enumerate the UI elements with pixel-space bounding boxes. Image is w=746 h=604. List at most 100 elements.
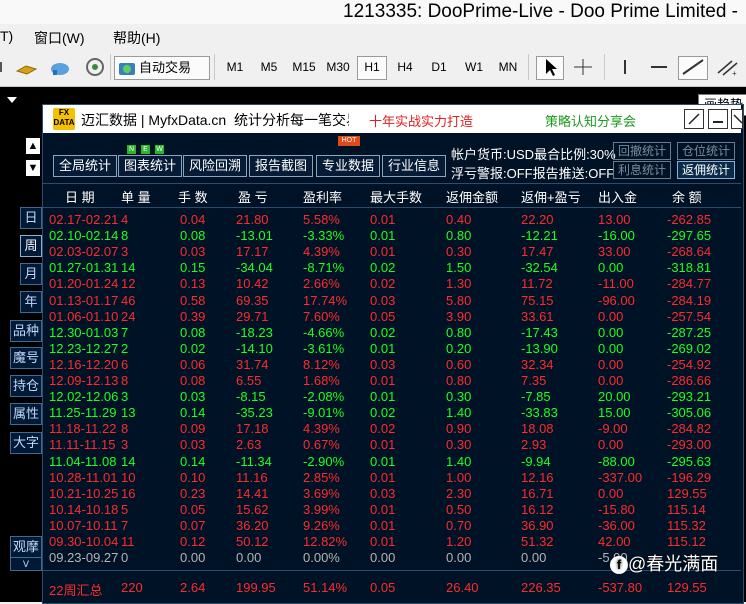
timeframe-mn[interactable]: MN	[493, 56, 523, 78]
toolbar-edge-icon[interactable]	[0, 56, 6, 78]
table-cell-rebate-amount: 0.90	[446, 421, 472, 437]
table-cell-rebate-amount: 3.90	[446, 308, 472, 324]
timeframe-m15[interactable]: M15	[288, 56, 320, 78]
table-cell-profit-loss: -18.23	[236, 324, 273, 340]
summary-cell-max-lots: 0.05	[370, 580, 396, 595]
table-cell-balance: 115.12	[667, 534, 706, 549]
table-cell-deposit-withdraw: 0.00	[598, 437, 624, 453]
side-tab-holding[interactable]: 持仓	[10, 375, 42, 397]
timeframe-h4[interactable]: H4	[391, 56, 419, 78]
table-cell-date: 12.30-01.03	[49, 324, 119, 340]
auto-trade-button[interactable]: 自动交易	[114, 56, 210, 80]
table-cell-profit-rate: 2.66%	[303, 276, 340, 292]
table-cell-profit-loss: -8.15	[236, 389, 266, 405]
timeframe-d1[interactable]: D1	[425, 56, 453, 78]
table-cell-deposit-withdraw: 42.00	[598, 534, 631, 549]
timeframe-m30[interactable]: M30	[322, 56, 354, 78]
menu-item-help[interactable]: 帮助(H)	[113, 28, 160, 48]
watermark-text: @春光满面	[628, 554, 719, 574]
side-tab-day[interactable]: 日	[20, 207, 42, 229]
table-cell-profit-rate: -4.66%	[303, 324, 345, 340]
table-cell-max-lots: 0.05	[370, 308, 396, 324]
table-cell-order-count: 14	[121, 260, 136, 276]
timeframe-h1[interactable]: H1	[357, 56, 387, 80]
table-cell-profit-rate: -3.61%	[303, 340, 345, 356]
table-cell-date: 09.30-10.04	[49, 534, 119, 549]
logo-text-bottom: DATA	[53, 118, 75, 127]
position-stats-button[interactable]: 仓位统计	[677, 142, 735, 160]
channel-tool-icon[interactable]: +	[714, 56, 742, 78]
table-cell-deposit-withdraw: 20.00	[598, 389, 631, 405]
edit-pen-icon[interactable]	[684, 109, 704, 129]
nav-report-screenshot[interactable]: 报告截图	[249, 155, 313, 177]
table-cell-balance: -262.85	[667, 212, 712, 227]
trend-line-icon[interactable]	[678, 56, 708, 80]
minimize-panel-icon[interactable]	[708, 109, 728, 129]
chart-menu-arrow-icon[interactable]	[6, 92, 18, 103]
close-panel-icon[interactable]	[731, 109, 743, 129]
table-cell-max-lots: 0.01	[370, 212, 396, 227]
table-cell-max-lots: 0.01	[370, 517, 396, 533]
side-collapse-icon[interactable]: ᐯ	[10, 557, 42, 571]
nav-industry-info[interactable]: 行业信息	[382, 155, 446, 177]
crosshair-icon[interactable]	[570, 56, 596, 78]
table-cell-order-count: 11	[121, 534, 135, 549]
cursor-arrow-icon[interactable]	[536, 56, 564, 80]
table-cell-profit-loss: 11.16	[236, 469, 268, 485]
timeframe-m1[interactable]: M1	[220, 56, 250, 78]
timeframe-m5[interactable]: M5	[254, 56, 284, 78]
menu-item-tools[interactable]: T)	[0, 28, 13, 44]
table-cell-date: 01.20-01.24	[49, 276, 119, 292]
table-cell-deposit-withdraw: -16.00	[598, 228, 635, 244]
side-tab-week[interactable]: 周	[20, 235, 42, 257]
scroll-up-arrow-icon[interactable]: ▲	[26, 138, 40, 154]
table-cell-order-count: 3	[121, 389, 129, 405]
cloud-signal-icon[interactable]	[48, 56, 74, 78]
nav-chart-stats[interactable]: 图表统计	[118, 155, 182, 177]
side-tab-year[interactable]: 年	[20, 291, 42, 313]
brand-line: 迈汇数据 | MyfxData.cn 统计分析每一笔交易	[81, 110, 349, 130]
green-slogan[interactable]: 策略认知分享会	[545, 111, 636, 130]
rebate-stats-button[interactable]: 返佣统计	[677, 161, 735, 179]
side-tab-magic[interactable]: 魔号	[10, 347, 42, 369]
signal-tower-icon[interactable]	[82, 56, 108, 78]
table-cell-max-lots: 0.01	[370, 437, 396, 453]
table-cell-profit-rate: 4.39%	[303, 244, 340, 260]
horizontal-line-icon[interactable]	[646, 56, 672, 78]
table-cell-max-lots: 0.01	[370, 469, 396, 485]
table-cell-deposit-withdraw: -36.00	[598, 517, 635, 533]
side-tab-attribute[interactable]: 属性	[10, 403, 42, 425]
nav-pro-data[interactable]: 专业数据	[316, 155, 380, 177]
nav-global-stats[interactable]: 全局统计	[53, 155, 117, 177]
side-tab-large-font[interactable]: 大字	[10, 432, 42, 454]
menu-item-window[interactable]: 窗口(W)	[34, 28, 85, 48]
side-tab-symbol[interactable]: 品种	[10, 320, 42, 342]
table-cell-date: 10.21-10.25	[49, 485, 119, 501]
red-slogan[interactable]: 十年实战实力打造	[369, 111, 473, 130]
table-cell-profit-loss: 29.71	[236, 308, 269, 324]
table-cell-rebate-amount: 2.30	[446, 485, 472, 501]
table-cell-date: 09.23-09.27	[49, 550, 119, 566]
interest-stats-button[interactable]: 利息统计	[613, 161, 671, 179]
vertical-line-icon[interactable]	[612, 56, 638, 78]
table-cell-date: 10.07-10.11	[49, 517, 118, 533]
scroll-down-arrow-icon[interactable]: ▼	[26, 160, 40, 176]
table-cell-date: 11.04-11.08	[49, 453, 117, 469]
table-cell-deposit-withdraw: 0.00	[598, 324, 624, 340]
table-cell-balance: -254.92	[667, 356, 712, 372]
col-profit-rate: 盈利率	[303, 190, 343, 205]
side-tab-observe[interactable]: 观摩	[10, 536, 42, 558]
table-cell-order-count: 7	[121, 324, 129, 340]
nav-risk-backtrack[interactable]: 风险回溯	[183, 155, 247, 177]
side-tab-month[interactable]: 月	[20, 263, 42, 285]
summary-cell-profit-loss: 199.95	[236, 580, 276, 595]
withdraw-stats-button[interactable]: 回撤统计	[613, 142, 671, 160]
gold-bars-icon[interactable]	[14, 56, 40, 78]
watermark: f @春光满面	[610, 550, 718, 576]
timeframe-w1[interactable]: W1	[459, 56, 489, 78]
table-cell-profit-rate: 4.39%	[303, 421, 340, 437]
table-cell-date: 11.18-11.22	[49, 421, 117, 437]
table-cell-max-lots: 0.03	[370, 292, 396, 308]
table-cell-profit-loss: 50.12	[236, 534, 269, 549]
table-cell-rebate-plus-pl: 32.34	[521, 356, 554, 372]
